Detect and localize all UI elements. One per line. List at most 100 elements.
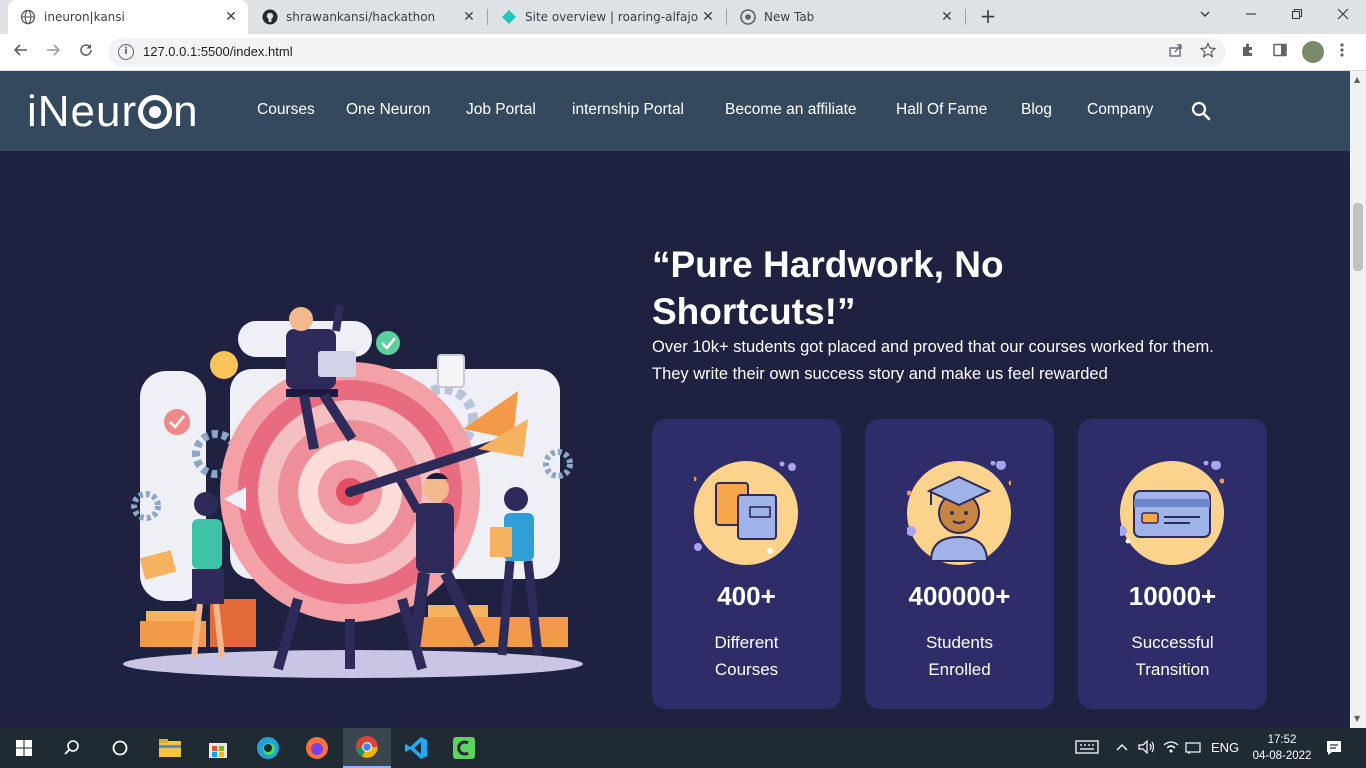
hero-subtext: Over 10k+ students got placed and proved…: [652, 334, 1292, 388]
logo-text: iNeur: [27, 87, 138, 136]
browser-tab[interactable]: shrawankansi/hackathon ✕: [250, 0, 486, 34]
chrome-icon: [356, 736, 378, 758]
store-icon: [209, 743, 227, 758]
stat-number: 10000+: [1128, 581, 1217, 611]
headline-line: Shortcuts!”: [652, 291, 856, 332]
url-text: 127.0.0.1:5500/index.html: [143, 44, 293, 59]
minimize-button[interactable]: [1228, 0, 1274, 34]
edge-icon: [257, 737, 279, 759]
stat-label: Students Enrolled: [865, 629, 1054, 683]
subtext-line: Over 10k+ students got placed and proved…: [652, 338, 1214, 356]
close-tab-icon[interactable]: ✕: [222, 9, 240, 25]
folder-icon: [159, 739, 181, 757]
nav-link-internship-portal[interactable]: internship Portal: [572, 101, 684, 119]
nav-link-job-portal[interactable]: Job Portal: [466, 101, 536, 119]
browser-tab[interactable]: Site overview | roaring-alfajores- ✕: [489, 0, 725, 34]
close-window-button[interactable]: [1320, 0, 1366, 34]
taskbar-search-button[interactable]: [48, 728, 96, 768]
tab-separator: [487, 9, 488, 25]
search-icon: [64, 740, 79, 755]
side-panel-icon[interactable]: [1272, 42, 1288, 62]
task-view-button[interactable]: [96, 728, 144, 768]
close-icon: [1337, 8, 1349, 20]
tab-search-button[interactable]: [1182, 0, 1228, 34]
taskbar-app-vscode[interactable]: [392, 728, 440, 768]
stat-label-line: Transition: [1135, 660, 1210, 679]
tab-separator: [965, 9, 966, 25]
vscode-icon: [405, 737, 427, 759]
volume-icon[interactable]: [1138, 739, 1156, 757]
nav-link-blog[interactable]: Blog: [1021, 101, 1052, 119]
netlify-icon: [501, 9, 517, 25]
taskbar-app-file-explorer[interactable]: [146, 728, 194, 768]
nav-link-hall-of-fame[interactable]: Hall Of Fame: [896, 101, 987, 119]
nav-link-courses[interactable]: Courses: [257, 101, 315, 119]
browser-tab[interactable]: New Tab ✕: [728, 0, 964, 34]
bookmark-star-icon[interactable]: [1199, 41, 1217, 62]
network-icon[interactable]: [1185, 740, 1201, 757]
scroll-down-icon[interactable]: ▼: [1354, 714, 1360, 723]
info-icon[interactable]: i: [118, 44, 134, 60]
avatar[interactable]: [1302, 41, 1324, 63]
task-view-icon: [112, 740, 128, 756]
firefox-icon: [306, 737, 328, 759]
nav-link-affiliate[interactable]: Become an affiliate: [725, 101, 857, 119]
github-icon: [262, 9, 278, 25]
browser-tab-title: Site overview | roaring-alfajores-: [525, 10, 699, 24]
menu-dots-icon[interactable]: [1340, 42, 1344, 62]
address-bar[interactable]: i 127.0.0.1:5500/index.html: [108, 38, 1226, 67]
close-tab-icon[interactable]: ✕: [938, 9, 956, 25]
scroll-up-icon[interactable]: ▲: [1354, 75, 1360, 84]
browser-toolbar: i 127.0.0.1:5500/index.html: [0, 34, 1366, 71]
hero-section: “Pure Hardwork, No Shortcuts!” Over 10k+…: [0, 151, 1350, 728]
search-icon[interactable]: [1190, 100, 1212, 122]
browser-tab-title: New Tab: [764, 10, 815, 24]
new-tab-button[interactable]: +: [976, 5, 1000, 29]
chevron-down-icon: [1200, 11, 1210, 17]
stat-label: Different Courses: [652, 629, 841, 683]
arrow-right-icon: [47, 44, 61, 56]
stat-label-line: Students: [925, 633, 994, 652]
taskbar-app-edge[interactable]: [244, 728, 292, 768]
stat-number: 400+: [717, 581, 776, 611]
nav-link-company[interactable]: Company: [1087, 101, 1153, 119]
stat-label-line: Courses: [714, 660, 779, 679]
browser-tab[interactable]: ineuron|kansi ✕: [8, 0, 248, 34]
wifi-icon[interactable]: [1163, 740, 1179, 757]
chevron-up-icon[interactable]: [1115, 740, 1129, 757]
start-button[interactable]: [0, 728, 48, 768]
close-tab-icon[interactable]: ✕: [460, 9, 478, 25]
stat-label: Successful Transition: [1078, 629, 1267, 683]
reload-button[interactable]: [73, 40, 99, 66]
page-title: “Pure Hardwork, No Shortcuts!”: [652, 241, 1212, 335]
headline-line: “Pure Hardwork, No: [652, 244, 1004, 285]
taskbar-app-firefox[interactable]: [293, 728, 341, 768]
scrollbar-thumb[interactable]: [1353, 203, 1363, 271]
notification-icon[interactable]: [1325, 739, 1343, 760]
tab-separator: [726, 9, 727, 25]
nav-link-one-neuron[interactable]: One Neuron: [346, 101, 430, 119]
globe-icon: [20, 9, 36, 25]
logo-text-end: n: [173, 87, 199, 136]
stat-label-line: Different: [714, 633, 779, 652]
taskbar-app-chrome[interactable]: [343, 728, 391, 768]
keyboard-icon[interactable]: [1075, 739, 1099, 758]
back-button[interactable]: [8, 40, 34, 66]
camtasia-icon: [453, 737, 475, 759]
browser-tab-strip: ineuron|kansi ✕ shrawankansi/hackathon ✕…: [0, 0, 1366, 34]
target-illustration: [123, 304, 583, 678]
restore-button[interactable]: [1274, 0, 1320, 34]
share-icon[interactable]: [1168, 42, 1184, 62]
windows-taskbar: ENG 17:52 04-08-2022: [0, 728, 1366, 768]
extensions-icon[interactable]: [1240, 42, 1256, 62]
logo-ring-icon: [138, 95, 173, 129]
graduate-icon: [907, 461, 1011, 565]
logo[interactable]: iNeur n: [27, 87, 199, 137]
taskbar-app-store[interactable]: [194, 728, 242, 768]
language-indicator[interactable]: ENG: [1211, 740, 1239, 755]
taskbar-app-camtasia[interactable]: [440, 728, 488, 768]
close-tab-icon[interactable]: ✕: [699, 9, 717, 25]
system-clock[interactable]: 17:52 04-08-2022: [1252, 732, 1312, 764]
page-scrollbar[interactable]: ▲ ▼: [1350, 71, 1366, 728]
forward-button[interactable]: [40, 40, 66, 66]
